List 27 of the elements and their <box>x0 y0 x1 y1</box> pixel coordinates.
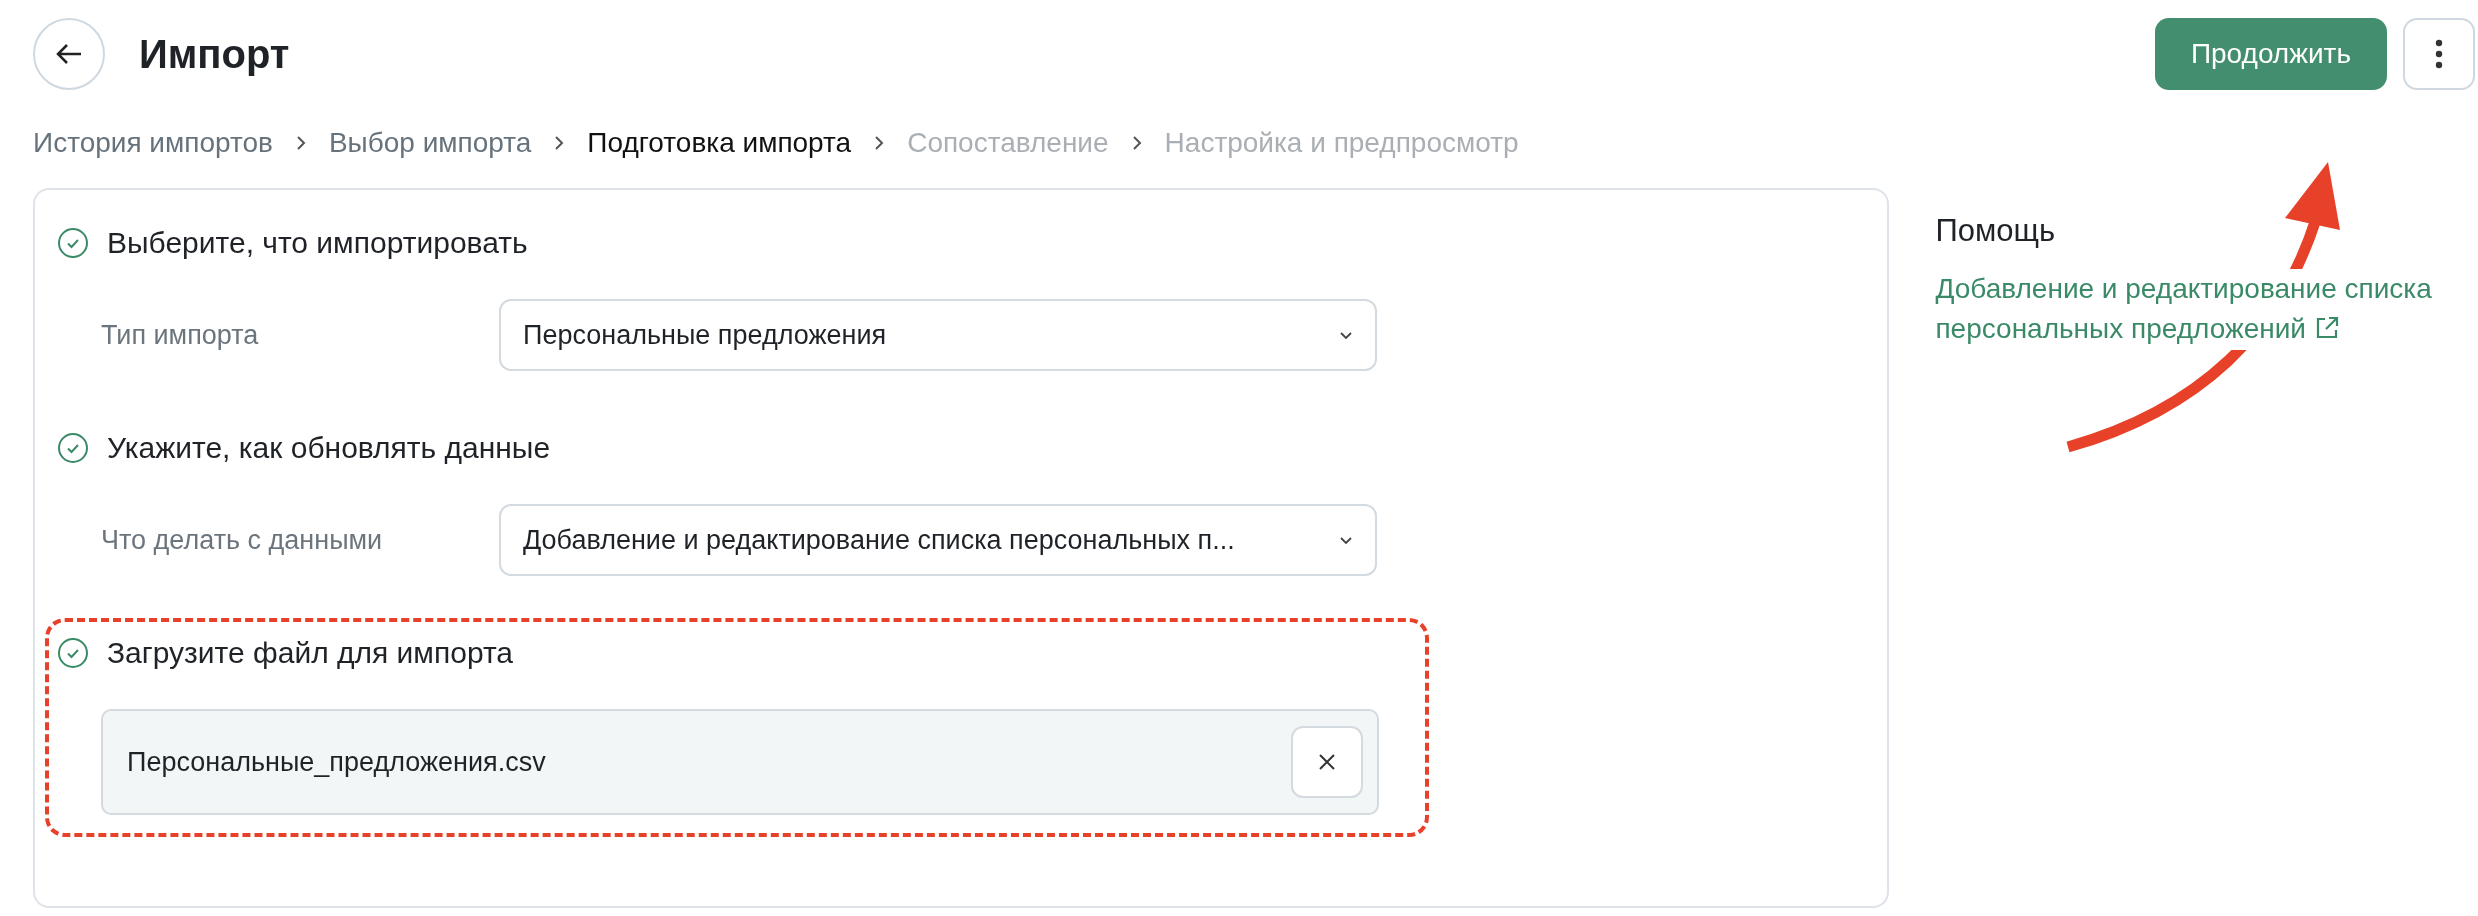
breadcrumb-item[interactable]: Выбор импорта <box>328 122 532 164</box>
dropdown-field[interactable]: Персональные предложения <box>499 299 1377 371</box>
back-arrow-icon <box>56 43 82 65</box>
breadcrumb-item: Сопоставление <box>907 126 1109 160</box>
more-options-icon <box>2435 39 2443 69</box>
field-label: Что делать с данными <box>101 523 384 557</box>
breadcrumb-item: Настройка и предпросмотр <box>1164 126 1519 160</box>
field-label: Тип импорта <box>101 318 260 352</box>
remove-file-button[interactable] <box>1291 726 1363 798</box>
chevron-icon <box>1130 134 1143 152</box>
step-title: Укажите, как обновлять данные <box>107 430 551 466</box>
chevron-down-icon <box>1339 330 1353 340</box>
step-title: Выберите, что импортировать <box>107 225 528 261</box>
step-title: Загрузите файл для импорта <box>107 635 513 671</box>
chevron-down-icon <box>1339 535 1353 545</box>
close-icon <box>1317 752 1337 772</box>
more-options-button[interactable] <box>2403 18 2475 90</box>
continue-button[interactable]: Продолжить <box>2154 18 2387 90</box>
dropdown-field[interactable]: Добавление и редактирование списка персональных п... <box>499 504 1377 576</box>
breadcrumb-item[interactable]: История импортов <box>33 122 273 164</box>
chevron-icon <box>553 134 566 152</box>
chevron-icon <box>294 134 307 152</box>
page-title: Импорт <box>139 31 290 78</box>
help-title: Помощь <box>1935 212 2057 250</box>
chevron-icon <box>873 134 886 152</box>
file-name: Персональные_предложения.csv <box>127 745 546 779</box>
breadcrumb-item: Подготовка импорта <box>587 126 852 160</box>
